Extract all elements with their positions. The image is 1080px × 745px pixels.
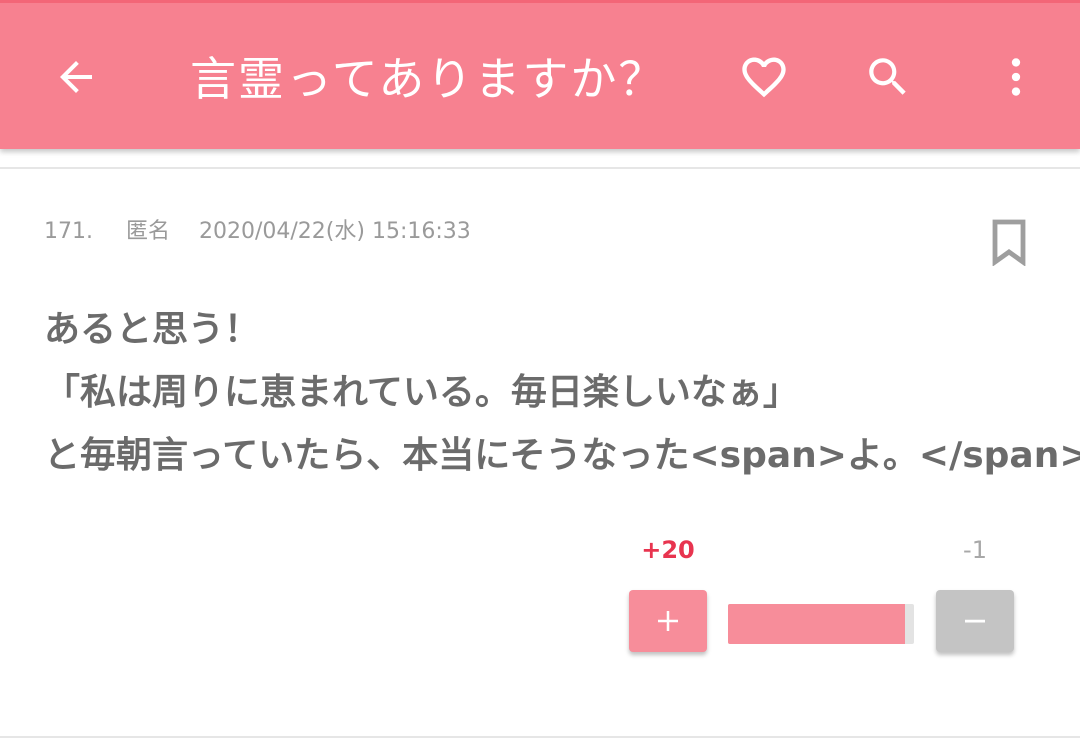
minus-vote-count: -1	[963, 536, 987, 564]
minus-vote-button[interactable]	[936, 590, 1014, 652]
search-icon	[869, 58, 906, 95]
plus-icon	[658, 611, 678, 631]
bookmark-outline-icon	[992, 219, 1026, 266]
bookmark-button[interactable]	[986, 216, 1032, 268]
vote-ratio-bar	[728, 604, 914, 644]
favorite-button[interactable]	[732, 45, 796, 109]
post-body: あると思う！ 「私は周りに恵まれている。毎日楽しいなぁ」 と毎朝言っていたら、本…	[44, 298, 1080, 487]
post-body-line: あると思う！	[44, 309, 261, 350]
plus-vote-button[interactable]	[629, 590, 707, 652]
more-options-button[interactable]	[984, 45, 1048, 109]
vote-ratio-fill	[728, 604, 906, 644]
page-title: 言霊ってありますか？	[190, 52, 667, 106]
plus-vote-count: +20	[641, 536, 695, 564]
more-vertical-icon	[1011, 58, 1021, 96]
post-body-line: と毎朝言っていたら、本当にそうなった<span>よ。</span>	[44, 435, 1080, 476]
minus-icon	[965, 619, 985, 623]
divider	[0, 736, 1080, 738]
arrow-left-icon	[60, 61, 92, 93]
post-datetime: 2020/04/22(水) 15:16:33	[199, 219, 471, 244]
post-number: 171.	[44, 219, 93, 244]
post-meta: 171. 匿名 2020/04/22(水) 15:16:33	[44, 213, 493, 245]
divider	[0, 167, 1080, 169]
app-screen: 言霊ってありますか？ 171. 匿名 2020/04/22(水) 15:16:3…	[0, 0, 1080, 745]
heart-outline-icon	[742, 57, 786, 98]
post-body-line: 「私は周りに恵まれている。毎日楽しいなぁ」	[44, 372, 799, 413]
app-bar: 言霊ってありますか？	[0, 0, 1080, 149]
search-button[interactable]	[856, 45, 920, 109]
back-button[interactable]	[44, 45, 108, 109]
post-author: 匿名	[125, 219, 170, 244]
